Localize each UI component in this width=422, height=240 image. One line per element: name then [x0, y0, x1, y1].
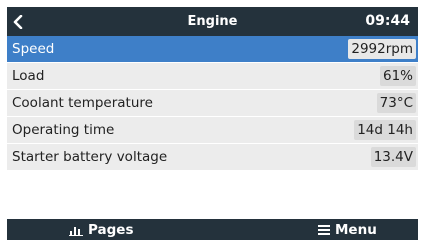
- row-value: 2992rpm: [348, 39, 416, 59]
- menu-button[interactable]: Menu: [318, 219, 377, 240]
- pages-label: Pages: [88, 221, 134, 238]
- row-value: 61%: [379, 66, 416, 86]
- pages-button[interactable]: Pages: [69, 219, 134, 240]
- hamburger-menu-icon: [318, 224, 330, 235]
- list-item-load[interactable]: Load 61%: [7, 63, 418, 89]
- row-label: Starter battery voltage: [12, 149, 168, 165]
- list-item-operating-time[interactable]: Operating time 14d 14h: [7, 117, 418, 143]
- list-item-coolant-temperature[interactable]: Coolant temperature 73°C: [7, 90, 418, 116]
- row-label: Coolant temperature: [12, 95, 153, 111]
- row-label: Speed: [12, 41, 55, 57]
- engine-screen: Engine 09:44 Speed 2992rpm Load 61% Cool…: [0, 0, 422, 240]
- list-item-starter-battery-voltage[interactable]: Starter battery voltage 13.4V: [7, 144, 418, 170]
- menu-label: Menu: [335, 221, 377, 238]
- header-bar: Engine 09:44: [7, 7, 418, 36]
- row-label: Operating time: [12, 122, 115, 138]
- bar-chart-icon: [69, 224, 83, 236]
- row-value: 14d 14h: [354, 120, 416, 140]
- clock: 09:44: [365, 13, 410, 29]
- footer-bar: Pages Menu: [7, 219, 418, 240]
- page-title: Engine: [187, 14, 238, 29]
- engine-data-list: Speed 2992rpm Load 61% Coolant temperatu…: [7, 36, 418, 171]
- row-value: 73°C: [376, 93, 416, 113]
- list-item-speed[interactable]: Speed 2992rpm: [7, 36, 418, 62]
- row-label: Load: [12, 68, 45, 84]
- row-value: 13.4V: [370, 147, 416, 167]
